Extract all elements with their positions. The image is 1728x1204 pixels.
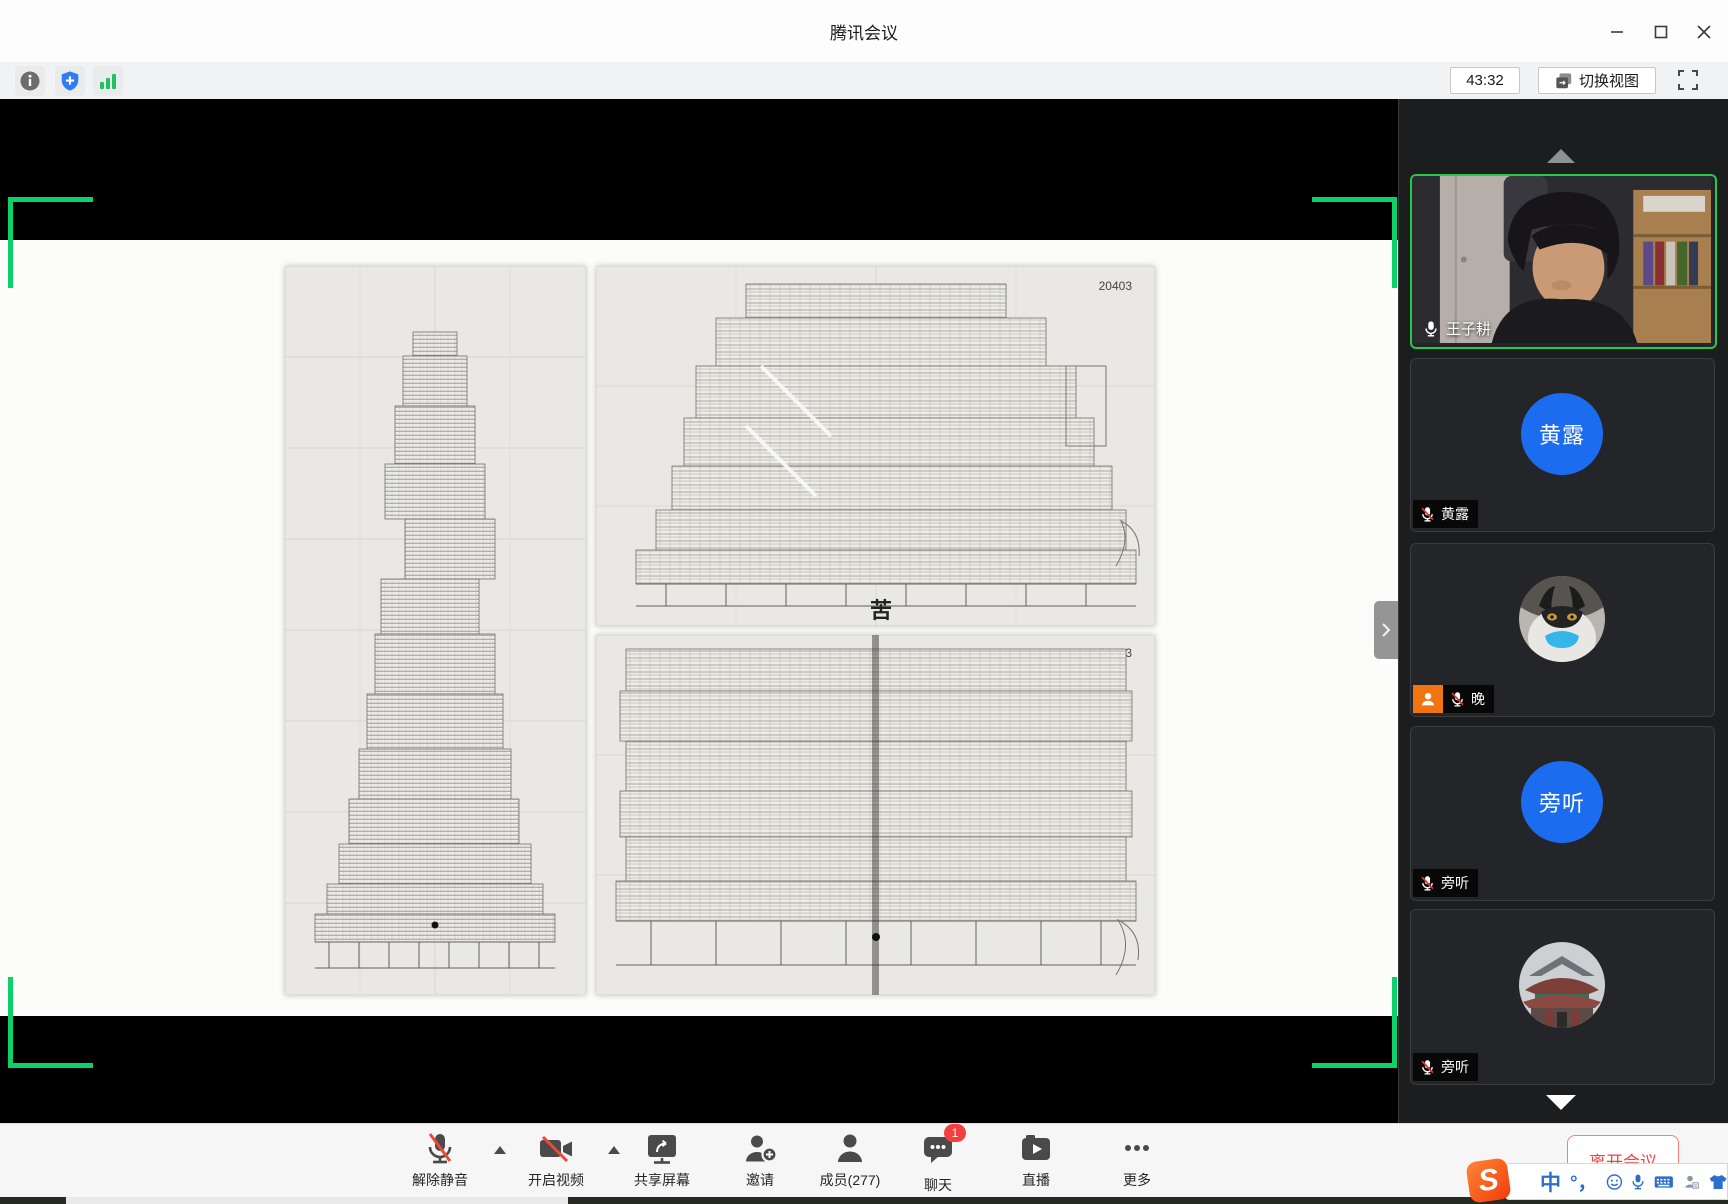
member-person-icon <box>1420 691 1436 707</box>
mic-muted-icon <box>1419 506 1436 523</box>
participant-name: 旁听 <box>1441 1057 1469 1077</box>
switch-view-label: 切换视图 <box>1579 70 1639 91</box>
meeting-timer: 43:32 <box>1450 67 1520 94</box>
share-screen-icon <box>644 1131 680 1167</box>
camera-muted-icon <box>537 1131 575 1167</box>
fullscreen-button[interactable] <box>1676 68 1700 97</box>
sidebar-collapse-handle[interactable] <box>1374 601 1398 659</box>
title-bar: 腾讯会议 <box>0 0 1728 63</box>
share-screen-label: 共享屏幕 <box>634 1170 690 1190</box>
maximize-button[interactable] <box>1646 20 1676 44</box>
more-dots-icon <box>1119 1131 1155 1167</box>
chat-label: 聊天 <box>924 1175 952 1195</box>
member-role-badge <box>1413 685 1443 713</box>
emoji-icon[interactable] <box>1606 1170 1623 1194</box>
scroll-up-arrow[interactable] <box>1547 149 1575 163</box>
start-video-label: 开启视频 <box>528 1170 584 1190</box>
drawing-annotation: 苦 <box>870 598 892 623</box>
ime-toolbox-icon[interactable] <box>1683 1170 1700 1194</box>
live-tv-icon <box>1018 1131 1054 1167</box>
participant-avatar-photo-temple <box>1519 942 1605 1028</box>
mic-muted-icon <box>1449 691 1466 708</box>
participant-name-chip: 旁听 <box>1413 869 1478 897</box>
shield-icon <box>59 70 81 92</box>
invite-person-icon <box>742 1131 778 1167</box>
participant-name: 旁听 <box>1441 873 1469 893</box>
tencent-meeting-window: 腾讯会议 43:32 <box>0 0 1728 1204</box>
share-border-bottom-right <box>1312 977 1397 1068</box>
live-stream-button[interactable]: 直播 <box>981 1131 1091 1190</box>
chat-button[interactable]: 1 聊天 <box>883 1131 993 1195</box>
switch-view-icon <box>1555 72 1573 90</box>
participant-name-row: 王子耕 <box>1422 318 1491 339</box>
switch-view-button[interactable]: 切换视图 <box>1538 67 1656 94</box>
participant-tile[interactable]: 旁听 <box>1410 909 1715 1085</box>
members-label: 成员(277) <box>820 1170 881 1190</box>
live-stream-label: 直播 <box>1022 1170 1050 1190</box>
minimize-icon <box>1610 25 1624 39</box>
voice-input-icon[interactable] <box>1631 1170 1645 1194</box>
start-video-button[interactable]: 开启视频 <box>501 1131 611 1190</box>
sogou-ime-logo[interactable]: S <box>1465 1157 1511 1203</box>
mic-on-icon <box>1422 320 1440 338</box>
ime-punctuation-indicator[interactable]: °， <box>1570 1168 1597 1195</box>
participant-avatar-initials: 黄露 <box>1521 393 1603 475</box>
network-signal-button[interactable] <box>93 66 123 96</box>
drawing-tower-section <box>285 266 586 995</box>
participant-avatar-photo-cat <box>1519 576 1605 662</box>
close-icon <box>1697 25 1711 39</box>
share-border-bottom-left <box>8 977 93 1068</box>
drawing-code-top: 20403 <box>1099 279 1133 293</box>
mic-muted-icon <box>1419 875 1436 892</box>
close-button[interactable] <box>1689 20 1719 44</box>
soft-keyboard-icon[interactable] <box>1654 1171 1674 1193</box>
chevron-right-icon <box>1381 623 1391 637</box>
participant-name: 王子耕 <box>1446 318 1491 339</box>
signal-bars-icon <box>97 70 119 92</box>
participant-tile[interactable]: 晚 <box>1410 543 1715 717</box>
security-shield-button[interactable] <box>55 66 85 96</box>
mic-muted-icon <box>422 1131 458 1167</box>
ime-mode-indicator[interactable]: 中 <box>1540 1167 1561 1197</box>
participant-name-chip: 晚 <box>1443 685 1494 713</box>
unmute-button[interactable]: 解除静音 <box>385 1131 495 1190</box>
participant-tile-video[interactable]: 王子耕 <box>1410 174 1717 349</box>
chat-unread-badge: 1 <box>944 1124 966 1142</box>
drawing-building-section-top: 20403 苦 <box>596 266 1155 626</box>
meeting-info-button[interactable] <box>15 66 45 96</box>
participant-avatar-initials: 旁听 <box>1521 761 1603 843</box>
member-person-icon <box>832 1131 868 1167</box>
participant-tile[interactable]: 旁听 旁听 <box>1410 726 1715 901</box>
participant-name: 黄露 <box>1441 504 1469 524</box>
fullscreen-icon <box>1676 68 1700 92</box>
info-icon <box>19 70 41 92</box>
share-screen-button[interactable]: 共享屏幕 <box>607 1131 717 1190</box>
mic-muted-icon <box>1419 1059 1436 1076</box>
participant-badges-row: 晚 <box>1413 685 1494 713</box>
more-label: 更多 <box>1123 1170 1151 1190</box>
ime-skin-icon[interactable] <box>1709 1170 1727 1194</box>
invite-label: 邀请 <box>746 1170 774 1190</box>
share-border-top-left <box>8 197 93 288</box>
participant-tile[interactable]: 黄露 黄露 <box>1410 358 1715 532</box>
window-title: 腾讯会议 <box>0 0 1728 62</box>
ime-toolbar[interactable]: 中 °， <box>1505 1163 1728 1200</box>
participant-name-chip: 旁听 <box>1413 1053 1478 1081</box>
drawing-building-section-bottom: 20403 <box>596 635 1155 995</box>
share-border-top-right <box>1312 197 1397 288</box>
more-button[interactable]: 更多 <box>1082 1131 1192 1190</box>
minimize-button[interactable] <box>1602 20 1632 44</box>
maximize-icon <box>1654 25 1668 39</box>
scroll-down-arrow[interactable] <box>1546 1095 1576 1110</box>
participant-name: 晚 <box>1471 689 1485 709</box>
participant-name-chip: 黄露 <box>1413 500 1478 528</box>
taskbar-edge-highlight <box>66 1197 568 1204</box>
unmute-label: 解除静音 <box>412 1170 468 1190</box>
